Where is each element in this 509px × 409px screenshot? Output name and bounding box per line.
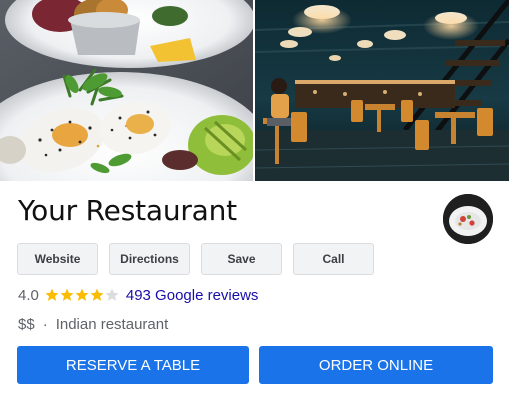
rating-value: 4.0 [18,286,39,304]
star-icon [45,288,59,301]
order-online-button[interactable]: ORDER ONLINE [259,346,493,384]
price-level: $$ [18,315,35,333]
restaurant-name: Your Restaurant [18,194,237,227]
save-button[interactable]: Save [201,243,282,275]
category-label: Indian restaurant [55,315,169,333]
directions-button[interactable]: Directions [109,243,190,275]
reserve-table-button[interactable]: RESERVE A TABLE [17,346,249,384]
call-button[interactable]: Call [293,243,374,275]
reviews-link[interactable]: 493 Google reviews [126,287,259,304]
interior-photo[interactable] [255,0,509,181]
star-icon [90,288,104,301]
avatar-image [443,194,493,244]
star-icon [75,288,89,301]
star-rating [45,288,120,302]
website-button[interactable]: Website [17,243,98,275]
restaurant-avatar[interactable] [443,194,493,244]
star-icon [105,288,119,301]
meta-row: $$ · Indian restaurant [18,313,168,335]
star-icon [60,288,74,301]
food-photo[interactable] [0,0,253,181]
photo-strip [0,0,509,181]
rating-row: 4.0 493 Google reviews [18,284,258,306]
separator-dot: · [42,315,48,333]
